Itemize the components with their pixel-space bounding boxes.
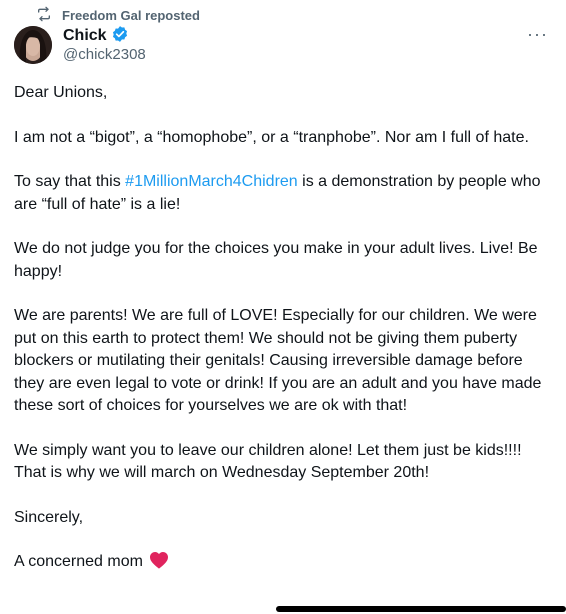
more-options-icon[interactable]: ··· (527, 24, 548, 45)
author-name-row[interactable]: Chick (63, 25, 129, 48)
repost-indicator[interactable]: Freedom Gal reposted (36, 6, 200, 24)
author-handle[interactable]: @chick2308 (63, 46, 146, 63)
heart-icon (147, 551, 169, 570)
post-paragraph: To say that this #1MillionMarch4Chidren … (14, 171, 554, 216)
post-signature: A concerned mom (14, 551, 554, 574)
avatar[interactable] (14, 26, 52, 64)
post-body: Dear Unions, I am not a “bigot”, a “homo… (14, 82, 554, 574)
author-name[interactable]: Chick (63, 27, 107, 45)
post-paragraph: We simply want you to leave our children… (14, 441, 522, 482)
signature-text: A concerned mom (14, 553, 143, 570)
verified-badge-icon (111, 25, 129, 48)
post-signoff: Sincerely, (14, 508, 84, 526)
post-paragraph: We are parents! We are full of LOVE! Esp… (14, 307, 542, 414)
post-greeting: Dear Unions, (14, 84, 108, 101)
post-paragraph: I am not a “bigot”, a “homophobe”, or a … (14, 128, 529, 146)
post-text: To say that this (14, 173, 126, 190)
repost-icon (36, 6, 52, 25)
home-indicator[interactable] (276, 606, 566, 612)
post-paragraph: We do not judge you for the choices you … (14, 240, 538, 280)
hashtag-link[interactable]: #1MillionMarch4Chidren (125, 173, 298, 190)
repost-text: Freedom Gal reposted (62, 7, 200, 23)
